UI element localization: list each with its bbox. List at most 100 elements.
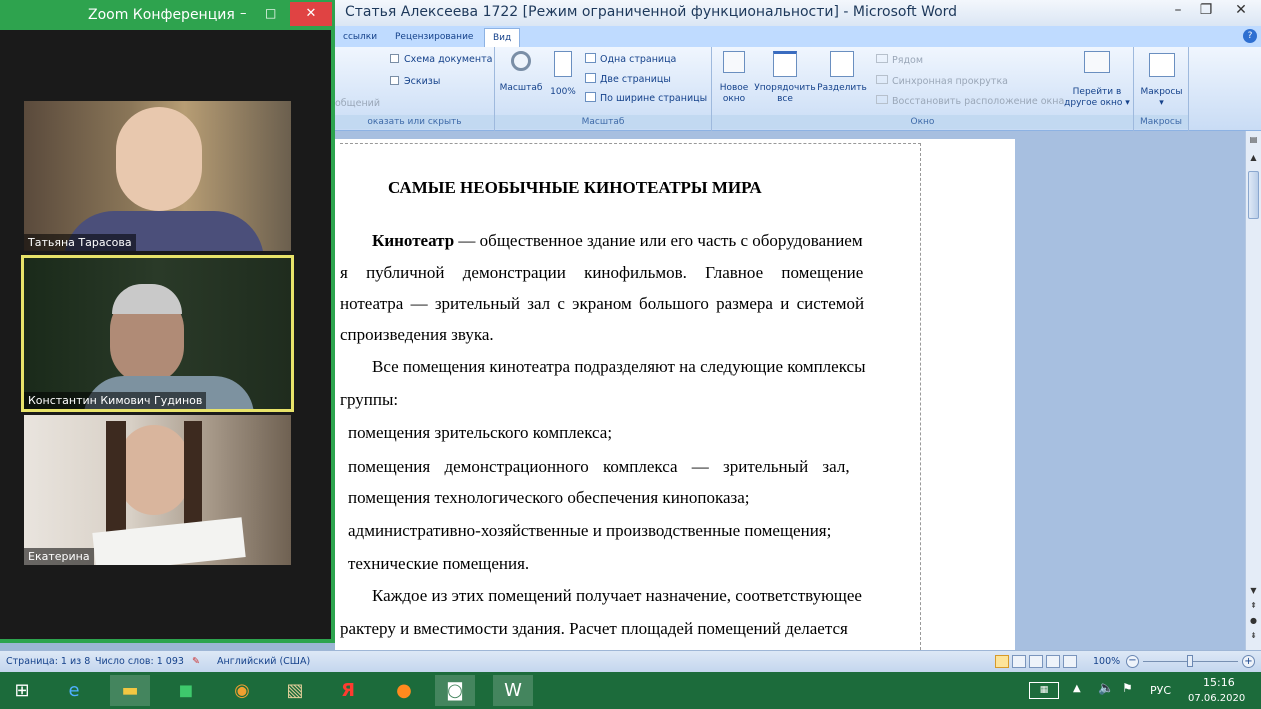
yandex-browser-icon[interactable]: Я bbox=[328, 675, 368, 706]
scroll-up-arrow-icon[interactable]: ▲ bbox=[1247, 153, 1260, 166]
one-page-icon bbox=[585, 53, 596, 63]
split-button[interactable]: Разделить bbox=[817, 51, 867, 94]
side-by-side-button[interactable]: Рядом bbox=[876, 54, 923, 66]
zoom-close-button[interactable]: ✕ bbox=[290, 2, 332, 26]
page-width-button[interactable]: По ширине страницы bbox=[585, 92, 707, 104]
messages-label: общений bbox=[335, 98, 381, 109]
group-macros: Макросы ▾ Макросы bbox=[1134, 47, 1189, 131]
close-button[interactable]: ✕ bbox=[1228, 2, 1254, 22]
group-zoom: Масштаб 100% Одна страница Две страницы … bbox=[495, 47, 712, 131]
draft-icon[interactable] bbox=[1063, 655, 1077, 668]
help-icon[interactable]: ? bbox=[1243, 29, 1257, 43]
view-buttons bbox=[995, 655, 1087, 668]
print-layout-icon[interactable] bbox=[995, 655, 1009, 668]
zoom-level[interactable]: 100% bbox=[1093, 656, 1120, 667]
arrange-all-button[interactable]: Упорядочить все bbox=[754, 51, 816, 105]
network-icon[interactable]: ⚑ bbox=[1122, 681, 1133, 695]
two-pages-button[interactable]: Две страницы bbox=[585, 73, 671, 85]
start-button-icon[interactable]: ⊞ bbox=[2, 675, 42, 706]
clock-date[interactable]: 07.06.2020 bbox=[1188, 693, 1245, 704]
paragraph-line: я публичной демонстрации кинофильмов. Гл… bbox=[340, 263, 864, 282]
browse-object-icon[interactable]: ● bbox=[1247, 616, 1260, 629]
list-item: технические помещения. bbox=[348, 554, 530, 573]
full-screen-reading-icon[interactable] bbox=[1012, 655, 1026, 668]
side-by-side-label: Рядом bbox=[892, 55, 923, 66]
macros-label: Макросы bbox=[1140, 87, 1183, 97]
ruler-icon[interactable]: ▤ bbox=[1247, 135, 1260, 148]
store-icon[interactable]: ◼ bbox=[166, 675, 206, 706]
dropdown-arrow-icon: ▾ bbox=[1125, 98, 1130, 108]
tab-view[interactable]: Вид bbox=[484, 28, 521, 47]
zoom-minimize-button[interactable]: – bbox=[240, 6, 247, 21]
split-icon bbox=[830, 51, 854, 77]
zoom-app-icon[interactable]: ◙ bbox=[435, 675, 475, 706]
word-count[interactable]: Число слов: 1 093 bbox=[95, 656, 184, 667]
zoom-out-icon[interactable]: − bbox=[1126, 655, 1139, 668]
sync-scroll-button[interactable]: Синхронная прокрутка bbox=[876, 75, 1008, 87]
sync-scroll-label: Синхронная прокрутка bbox=[892, 76, 1008, 87]
macros-button[interactable]: Макросы ▾ bbox=[1136, 53, 1187, 109]
paragraph-line: нотеатра — зрительный зал с экраном боль… bbox=[340, 294, 865, 313]
tab-review[interactable]: Рецензирование bbox=[387, 28, 481, 47]
show-hidden-icons-icon[interactable]: ▲ bbox=[1073, 683, 1081, 694]
arrange-label-2: все bbox=[777, 94, 793, 104]
firefox-icon[interactable]: ● bbox=[384, 675, 424, 706]
outline-icon[interactable] bbox=[1046, 655, 1060, 668]
chrome-icon[interactable]: ◉ bbox=[222, 675, 262, 706]
new-window-button[interactable]: Новое окно bbox=[716, 51, 752, 105]
switch-window-label-2: другое окно bbox=[1064, 98, 1123, 108]
clock-time[interactable]: 15:16 bbox=[1203, 676, 1235, 689]
word-title-bar: Статья Алексеева 1722 [Режим ограниченно… bbox=[335, 0, 1261, 26]
paragraph-line: Все помещения кинотеатра подразделяют на… bbox=[372, 357, 866, 376]
spellcheck-icon[interactable]: ✎ bbox=[192, 656, 200, 667]
zoom-slider-thumb[interactable] bbox=[1187, 655, 1193, 667]
input-language[interactable]: РУС bbox=[1150, 684, 1171, 697]
keyboard-icon[interactable]: ▦ bbox=[1029, 682, 1059, 699]
zoom-in-icon[interactable]: + bbox=[1242, 655, 1255, 668]
one-page-button[interactable]: Одна страница bbox=[585, 53, 676, 65]
dropdown-arrow-icon: ▾ bbox=[1159, 98, 1164, 108]
page-icon bbox=[554, 51, 572, 77]
participant-video[interactable]: Екатерина bbox=[24, 415, 291, 565]
zoom-window: Zoom Конференция – □ ✕ Татьяна Тарасова … bbox=[0, 0, 335, 643]
scroll-thumb[interactable] bbox=[1248, 171, 1259, 219]
group-label: Макросы bbox=[1134, 115, 1188, 129]
participant-video[interactable]: Татьяна Тарасова bbox=[24, 101, 291, 251]
paragraph-line: спроизведения звука. bbox=[340, 325, 494, 344]
file-explorer-icon[interactable]: ▬ bbox=[110, 675, 150, 706]
arrange-label-1: Упорядочить bbox=[754, 83, 816, 93]
scroll-down-arrow-icon[interactable]: ▼ bbox=[1247, 586, 1260, 599]
vertical-scrollbar[interactable]: ▤ ▲ ▼ ⇞ ● ⇟ bbox=[1245, 131, 1261, 650]
side-by-side-icon bbox=[876, 54, 888, 63]
minimize-button[interactable]: – bbox=[1165, 2, 1191, 22]
text-boundary-top bbox=[340, 143, 921, 144]
page-count[interactable]: Страница: 1 из 8 bbox=[6, 656, 90, 667]
internet-explorer-icon[interactable]: e bbox=[54, 675, 94, 706]
paragraph-line: Каждое из этих помещений получает назнач… bbox=[372, 586, 862, 605]
volume-icon[interactable]: 🔈 bbox=[1098, 681, 1114, 696]
switch-window-label-1: Перейти в bbox=[1072, 87, 1122, 97]
tab-references[interactable]: ссылки bbox=[335, 28, 385, 47]
thumbnails-checkbox[interactable]: Эскизы bbox=[390, 76, 440, 87]
doc-map-checkbox[interactable]: Схема документа bbox=[390, 54, 492, 65]
text-boundary-right bbox=[920, 143, 921, 650]
switch-window-icon bbox=[1084, 51, 1110, 73]
next-page-icon[interactable]: ⇟ bbox=[1247, 631, 1260, 644]
zoom-button[interactable]: Масштаб bbox=[499, 51, 543, 94]
previous-page-icon[interactable]: ⇞ bbox=[1247, 601, 1260, 614]
document-page[interactable] bbox=[335, 139, 1015, 659]
restore-button[interactable]: ❐ bbox=[1193, 2, 1219, 22]
word-app-icon[interactable]: W bbox=[493, 675, 533, 706]
web-layout-icon[interactable] bbox=[1029, 655, 1043, 668]
participant-video-active-speaker[interactable]: Константин Кимович Гудинов bbox=[21, 255, 294, 412]
page-width-icon bbox=[585, 92, 596, 102]
two-pages-label: Две страницы bbox=[600, 74, 671, 85]
zoom-maximize-button[interactable]: □ bbox=[265, 6, 276, 20]
reset-position-button[interactable]: Восстановить расположение окна bbox=[876, 95, 1064, 107]
zoom-100-button[interactable]: 100% bbox=[547, 51, 579, 98]
participant-face bbox=[119, 425, 189, 515]
language-indicator[interactable]: Английский (США) bbox=[217, 656, 310, 667]
bold-term: Кинотеатр bbox=[372, 231, 455, 250]
archive-app-icon[interactable]: ▧ bbox=[275, 675, 315, 706]
switch-window-button[interactable]: Перейти в другое окно ▾ bbox=[1062, 51, 1132, 109]
